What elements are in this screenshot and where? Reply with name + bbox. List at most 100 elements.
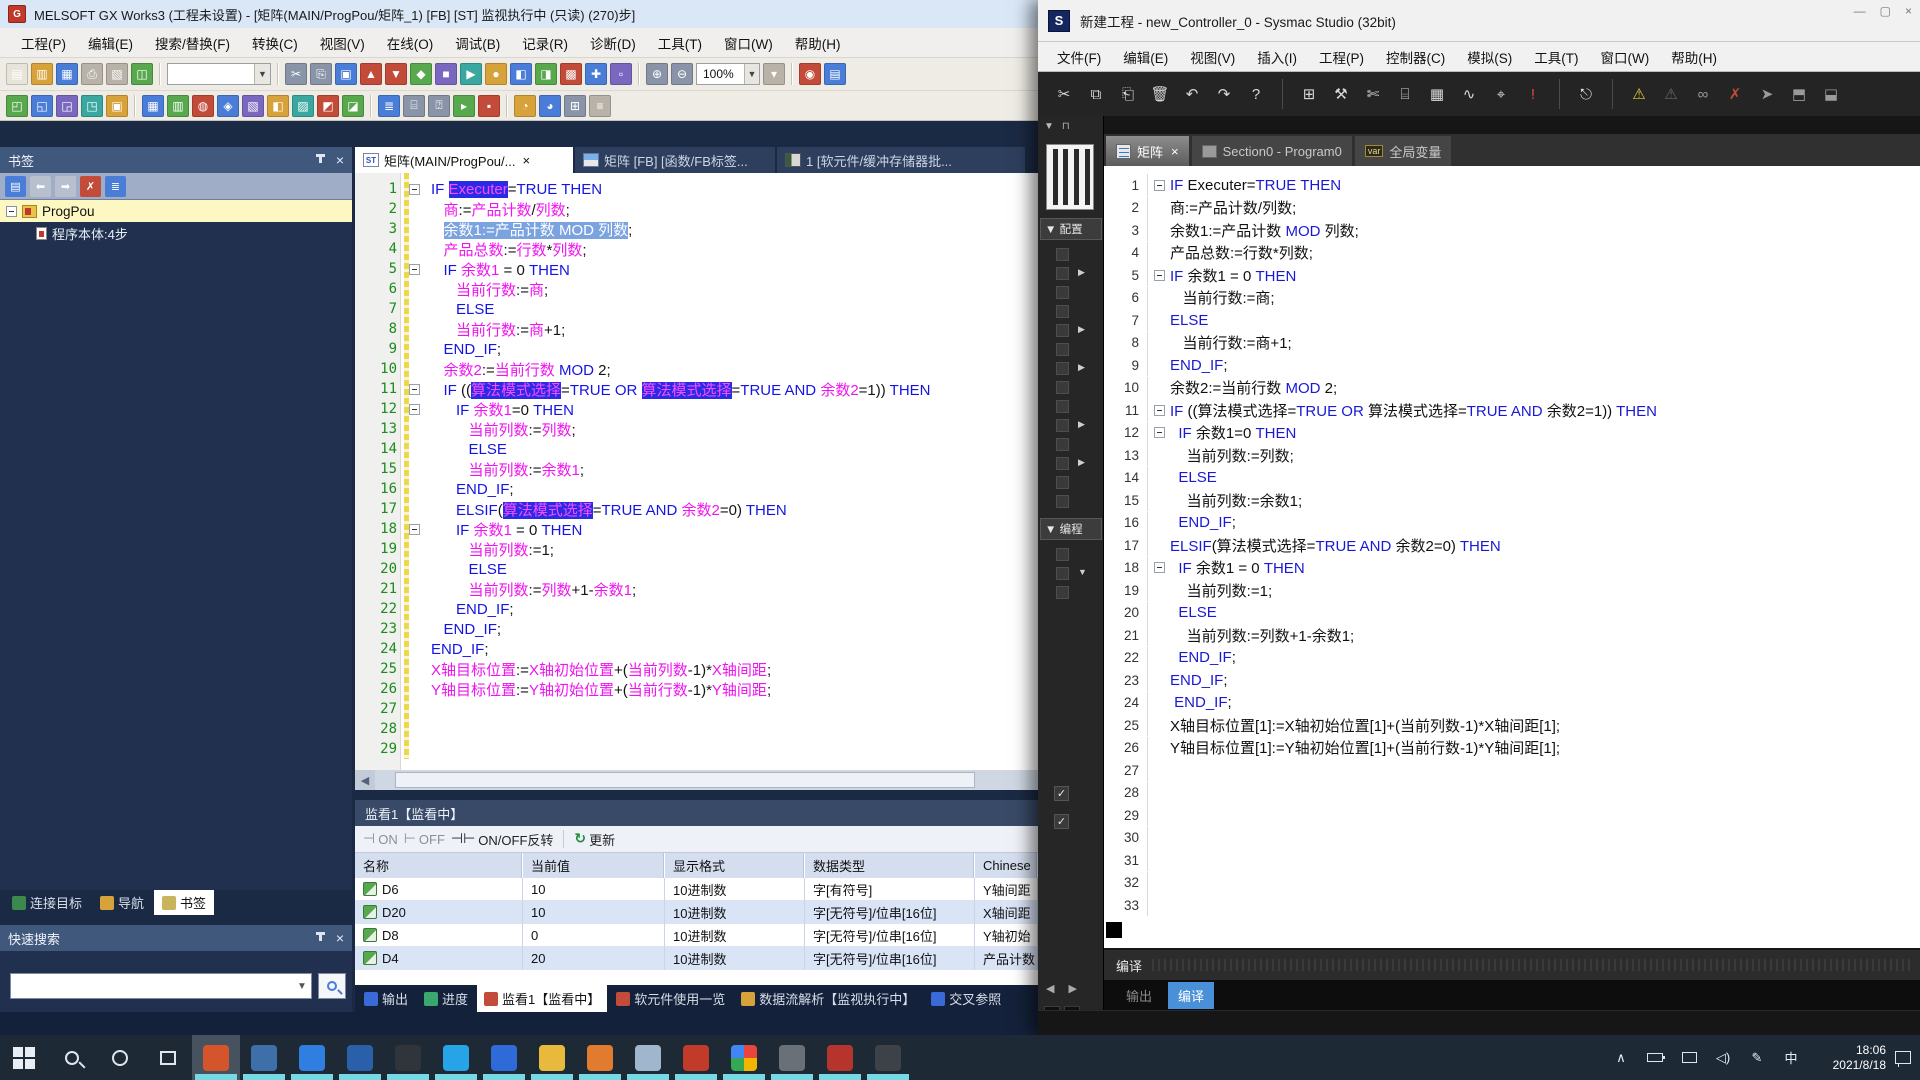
cortana-button[interactable] [96,1035,144,1080]
toolbar-icon[interactable]: ◲ [56,95,78,117]
watch-row[interactable]: D201010进制数字[无符号]/位串[16位]X轴间距 [355,901,1038,924]
code-line[interactable]: 19 当前列数:=1; [1104,579,1920,601]
bottom-tab[interactable]: 软元件使用一览 [609,985,732,1012]
fold-collapse-icon[interactable] [1154,427,1165,438]
code-line[interactable]: 21 当前列数:=列数+1-余数1; [1104,624,1920,646]
toolbar-icon[interactable]: ⌸ [1393,82,1417,106]
toolbar-icon[interactable]: ◳ [81,95,103,117]
toolbar-icon[interactable]: ✗ [1723,82,1747,106]
panel-tab-书签[interactable]: 书签 [154,890,214,915]
toolbar-icon[interactable]: ⚠ [1659,82,1683,106]
code-line[interactable]: 18 IF 余数1 = 0 THEN [1104,557,1920,579]
toolbar-icon[interactable]: ⎙ [81,63,103,85]
toolbar-icon[interactable]: ▣ [106,95,128,117]
menu-item[interactable]: 窗口(W) [1590,43,1661,71]
panel-tab-连接目标[interactable]: 连接目标 [4,890,90,915]
build-tab-输出[interactable]: 输出 [1116,982,1162,1009]
explorer-item-icon[interactable] [1056,286,1069,299]
fold-collapse-icon[interactable] [409,404,420,415]
code-line[interactable]: 15 当前列数:=余数1; [1104,489,1920,511]
window-control[interactable]: ▢ [1880,4,1891,18]
toolbar-icon[interactable]: ➤ [1755,82,1779,106]
menu-item[interactable]: 帮助(H) [1660,43,1728,71]
quick-search-input[interactable]: ▼ [10,973,312,999]
code-line[interactable]: 13 当前列数:=列数; [355,419,1038,439]
zoom-level-dropdown[interactable]: 100%▼ [696,63,760,85]
code-line[interactable]: 17ELSIF(算法模式选择=TRUE AND 余数2=0) THEN [1104,534,1920,556]
watch-更新-button[interactable]: ↻更新 [574,830,615,849]
code-line[interactable]: 24 END_IF; [1104,692,1920,714]
toolbar-icon[interactable]: ⌸ [403,95,425,117]
watch-column-header[interactable]: 名称 [355,853,523,878]
collapse-arrow-icon[interactable]: ▼ [1078,567,1087,577]
watch-row[interactable]: D8010进制数字[无符号]/位串[16位]Y轴初始 [355,924,1038,947]
code-line[interactable]: 5 IF 余数1 = 0 THEN [355,259,1038,279]
toolbar-icon[interactable]: ⚒ [1329,82,1353,106]
bottom-tab[interactable]: 进度 [417,985,475,1012]
code-line[interactable]: 33 [1104,894,1920,916]
toolbar-icon[interactable]: ◈ [217,95,239,117]
tray-chevron-up-icon[interactable]: ∧ [1604,1035,1638,1080]
explorer-item-icon[interactable] [1056,267,1069,280]
taskbar-app-remote-app[interactable] [336,1035,384,1080]
toolbar-icon[interactable]: ◫ [131,63,153,85]
code-line[interactable]: 25X轴目标位置:=X轴初始位置+(当前列数-1)*X轴间距; [355,659,1038,679]
editor-tab[interactable]: Section0 - Program0 [1192,136,1352,166]
build-tab-编译[interactable]: 编译 [1168,982,1214,1009]
toolbar-icon[interactable]: ⎘ [310,63,332,85]
code-line[interactable]: 16 END_IF; [1104,512,1920,534]
bookmark-toolbar-icon[interactable]: ✗ [80,176,101,197]
taskbar-search-button[interactable] [48,1035,96,1080]
toolbar-icon[interactable]: ■ [435,63,457,85]
toolbar-icon[interactable]: ⌖ [1489,82,1513,106]
tree-item-program-body[interactable]: 程序本体:4步 [0,222,352,244]
taskbar-app-chat-app[interactable] [432,1035,480,1080]
window-control[interactable]: × [1905,4,1912,18]
taskbar-app-file-explorer[interactable] [528,1035,576,1080]
toolbar-icon[interactable]: ◩ [317,95,339,117]
code-line[interactable]: 1IF Executer=TRUE THEN [355,179,1038,199]
toolbar-icon[interactable]: ✚ [585,63,607,85]
toolbar-icon[interactable]: ▼ [385,63,407,85]
menu-item[interactable]: 工具(T) [647,29,713,57]
explorer-item-icon[interactable] [1056,343,1069,356]
menu-item[interactable]: 模拟(S) [1456,43,1523,71]
fold-collapse-icon[interactable] [409,384,420,395]
code-line[interactable]: 12 IF 余数1=0 THEN [1104,422,1920,444]
explorer-item-icon[interactable] [1056,476,1069,489]
panel-tab-导航[interactable]: 导航 [92,890,152,915]
explorer-item-icon[interactable] [1056,586,1069,599]
toolbar-icon[interactable]: ▫ [610,63,632,85]
menu-item[interactable]: 视图(V) [1179,43,1246,71]
bottom-tab[interactable]: 输出 [357,985,415,1012]
menu-item[interactable]: 工具(T) [1523,43,1589,71]
watch-row[interactable]: D61010进制数字[有符号]Y轴间距 [355,878,1038,901]
ime-indicator[interactable]: 中 [1774,1035,1808,1080]
taskbar-app-chrome[interactable] [720,1035,768,1080]
editor-tab[interactable]: var全局变量 [1355,136,1452,166]
code-line[interactable]: 8 当前行数:=商+1; [355,319,1038,339]
code-line[interactable]: 31 [1104,849,1920,871]
gx-titlebar[interactable]: G MELSOFT GX Works3 (工程未设置) - [矩阵(MAIN/P… [0,0,1038,28]
explorer-item-icon[interactable] [1056,419,1069,432]
menu-item[interactable]: 帮助(H) [784,29,852,57]
code-line[interactable]: 8 当前行数:=商+1; [1104,332,1920,354]
toolbar-icon[interactable]: ▣ [335,63,357,85]
scroll-left-arrow[interactable]: ◀ [355,770,375,790]
toolbar-icon[interactable]: ◉ [799,63,821,85]
menu-item[interactable]: 编辑(E) [1112,43,1179,71]
code-line[interactable]: 18 IF 余数1 = 0 THEN [355,519,1038,539]
code-line[interactable]: 16 END_IF; [355,479,1038,499]
code-line[interactable]: 2商:=产品计数/列数; [1104,197,1920,219]
editor-tab[interactable]: 矩阵 [FB] [函数/FB标签... [575,147,775,173]
toolbar-icon[interactable]: ⎋ [1574,82,1598,106]
chevron-down-icon[interactable]: ▼ [1044,121,1054,132]
build-panel-header[interactable]: 编译 [1104,950,1920,980]
taskbar-app-notepad-app[interactable] [624,1035,672,1080]
bottom-tab[interactable]: 数据流解析【监视执行中】 [734,985,922,1012]
section-button-programming[interactable]: ▼ 编程 [1040,518,1102,540]
toolbar-icon[interactable]: ⊖ [671,63,693,85]
watch-column-header[interactable]: 数据类型 [805,853,975,878]
checked-item-icon[interactable]: ✓ [1054,814,1069,829]
code-line[interactable]: 27 [1104,759,1920,781]
